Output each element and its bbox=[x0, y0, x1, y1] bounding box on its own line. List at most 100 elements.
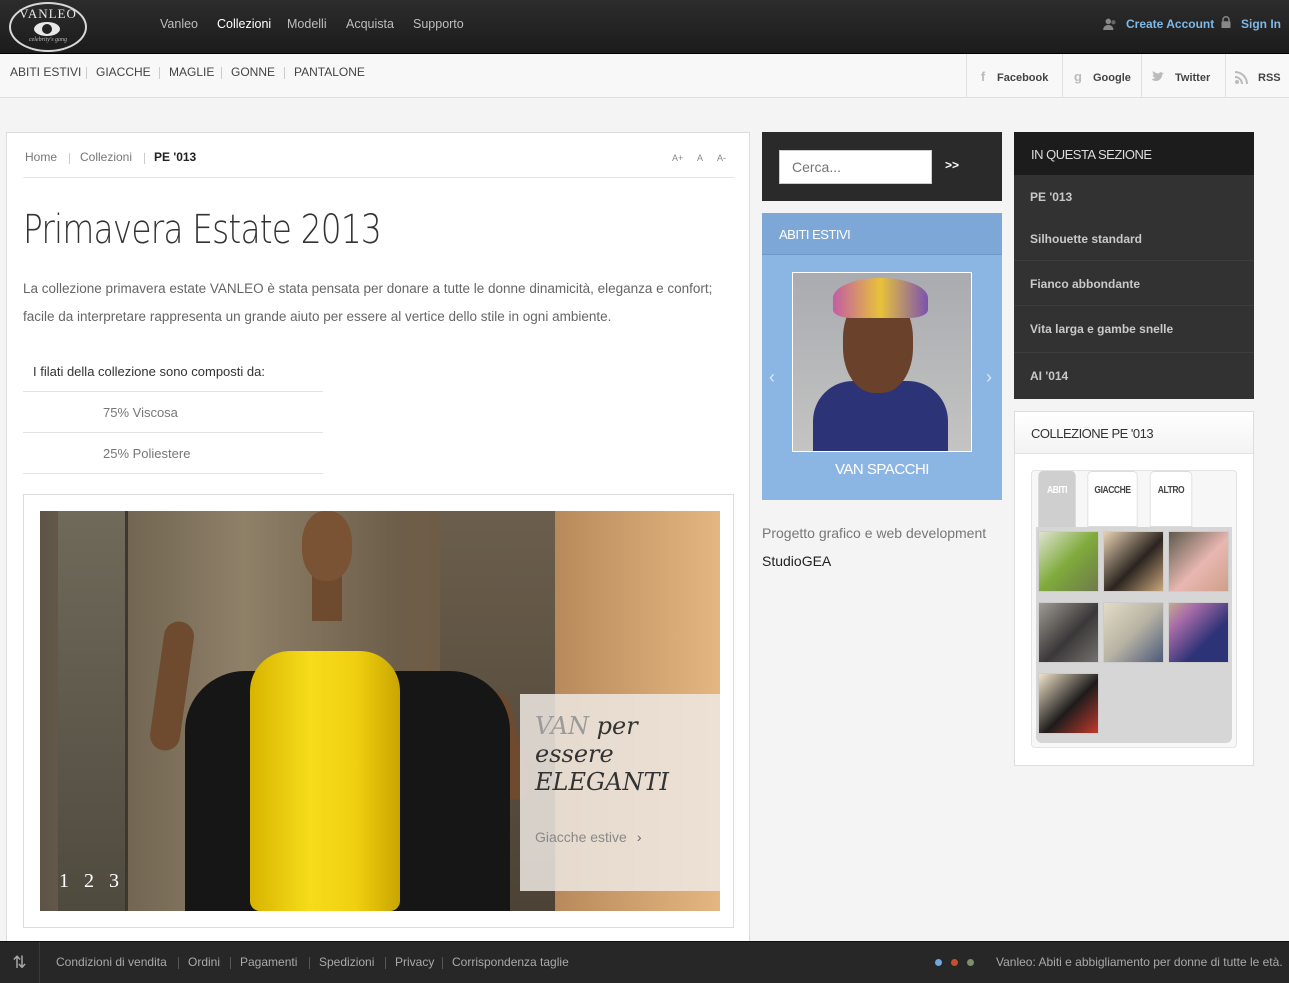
credit-text: Progetto grafico e web development bbox=[762, 525, 987, 541]
footer-link-condizioni[interactable]: Condizioni di vendita bbox=[56, 955, 167, 969]
font-increase-button[interactable]: A+ bbox=[672, 153, 683, 163]
footer-link-pagamenti[interactable]: Pagamenti bbox=[240, 955, 297, 969]
gallery-thumbnail[interactable] bbox=[1168, 531, 1229, 592]
slide-caption: VAN per essere ELEGANTI Giacche estive › bbox=[520, 694, 720, 891]
chevron-left-icon[interactable]: ‹ bbox=[769, 367, 775, 388]
social-label: RSS bbox=[1258, 72, 1281, 84]
slide-photo[interactable]: VAN per essere ELEGANTI Giacche estive › … bbox=[40, 511, 720, 911]
divider bbox=[221, 67, 222, 79]
gallery-box: ABITI GIACCHE ALTRO bbox=[1031, 470, 1237, 748]
category-pantalone[interactable]: PANTALONE bbox=[294, 65, 365, 79]
divider bbox=[230, 957, 231, 969]
divider bbox=[69, 153, 70, 164]
caption-link[interactable]: Giacche estive › bbox=[535, 829, 642, 845]
footer-link-ordini[interactable]: Ordini bbox=[188, 955, 220, 969]
chevron-right-icon: › bbox=[636, 829, 642, 845]
thumbnail-grid bbox=[1036, 527, 1232, 743]
social-twitter[interactable]: Twitter bbox=[1141, 54, 1225, 97]
model-head bbox=[302, 511, 352, 581]
divider bbox=[1014, 305, 1254, 306]
social-rss[interactable]: RSS bbox=[1225, 54, 1289, 97]
nav-vanleo[interactable]: Vanleo bbox=[160, 17, 198, 31]
widget-title: COLLEZIONE PE '013 bbox=[1031, 426, 1154, 441]
footer: ⇅ Condizioni di vendita Ordini Pagamenti… bbox=[0, 941, 1289, 983]
slide-page-2[interactable]: 2 bbox=[84, 870, 94, 893]
tab-altro[interactable]: ALTRO bbox=[1149, 471, 1193, 527]
theme-dot-blue[interactable] bbox=[935, 959, 942, 966]
breadcrumb-home[interactable]: Home bbox=[25, 150, 57, 164]
product-image[interactable] bbox=[792, 272, 972, 452]
theme-dot-green[interactable] bbox=[967, 959, 974, 966]
category-maglie[interactable]: MAGLIE bbox=[169, 65, 214, 79]
chevron-right-icon[interactable]: › bbox=[986, 367, 992, 388]
caption-link-label: Giacche estive bbox=[535, 829, 627, 845]
footer-link-privacy[interactable]: Privacy bbox=[395, 955, 434, 969]
social-label: Twitter bbox=[1175, 72, 1211, 84]
breadcrumb-collezioni[interactable]: Collezioni bbox=[80, 150, 132, 164]
credit-link[interactable]: StudioGEA bbox=[762, 553, 831, 569]
intro-text: La collezione primavera estate VANLEO è … bbox=[23, 281, 713, 324]
gallery-thumbnail[interactable] bbox=[1103, 602, 1164, 663]
category-giacche[interactable]: GIACCHE bbox=[96, 65, 151, 79]
abiti-widget: ABITI ESTIVI ‹ › VAN SPACCHI bbox=[762, 213, 1002, 500]
widget-header: ABITI ESTIVI bbox=[762, 213, 1002, 255]
lock-icon bbox=[1221, 16, 1231, 28]
font-decrease-button[interactable]: A- bbox=[717, 153, 726, 163]
widget-title: ABITI ESTIVI bbox=[779, 227, 851, 242]
model-scarf bbox=[833, 278, 928, 318]
gallery-thumbnail[interactable] bbox=[1168, 602, 1229, 663]
gallery-thumbnail[interactable] bbox=[1038, 602, 1099, 663]
section-item-fianco[interactable]: Fianco abbondante bbox=[1030, 277, 1140, 291]
widget-header: COLLEZIONE PE '013 bbox=[1015, 412, 1253, 454]
gallery-thumbnail[interactable] bbox=[1103, 531, 1164, 592]
slide-page-1[interactable]: 1 bbox=[59, 870, 69, 893]
footer-link-spedizioni[interactable]: Spedizioni bbox=[319, 955, 374, 969]
tab-giacche[interactable]: GIACCHE bbox=[1087, 471, 1138, 527]
slide-page-3[interactable]: 3 bbox=[109, 870, 119, 893]
search-input[interactable] bbox=[779, 150, 932, 184]
gallery-thumbnail[interactable] bbox=[1038, 531, 1099, 592]
tab-abiti[interactable]: ABITI bbox=[1038, 471, 1076, 527]
table-row: 25% Poliestere bbox=[23, 433, 323, 474]
model-dress bbox=[250, 651, 400, 911]
nav-modelli[interactable]: Modelli bbox=[287, 17, 327, 31]
page-title: Primavera Estate 2013 bbox=[23, 207, 382, 253]
widget-header: IN QUESTA SEZIONE bbox=[1014, 132, 1254, 175]
divider bbox=[159, 67, 160, 79]
search-button[interactable]: >> bbox=[945, 158, 959, 172]
category-abiti-estivi[interactable]: ABITI ESTIVI bbox=[10, 65, 81, 79]
gallery-thumbnail[interactable] bbox=[1038, 673, 1099, 734]
divider bbox=[284, 67, 285, 79]
table-header: I filati della collezione sono composti … bbox=[33, 364, 265, 379]
section-item-pe013[interactable]: PE '013 bbox=[1030, 190, 1072, 204]
font-reset-button[interactable]: A bbox=[697, 153, 703, 163]
social-google[interactable]: g Google bbox=[1062, 54, 1141, 97]
theme-dot-red[interactable] bbox=[951, 959, 958, 966]
collection-widget: COLLEZIONE PE '013 ABITI GIACCHE ALTRO bbox=[1014, 411, 1254, 766]
product-caption[interactable]: VAN SPACCHI bbox=[762, 461, 1002, 478]
create-account-link[interactable]: Create Account bbox=[1126, 17, 1214, 31]
image-slider: VAN per essere ELEGANTI Giacche estive › … bbox=[23, 494, 734, 928]
divider bbox=[23, 177, 734, 178]
nav-collezioni[interactable]: Collezioni bbox=[217, 17, 271, 31]
table-row: 75% Viscosa bbox=[23, 392, 323, 433]
logo-text: VANLEO bbox=[19, 6, 77, 21]
divider bbox=[309, 957, 310, 969]
section-item-silhouette[interactable]: Silhouette standard bbox=[1030, 232, 1142, 246]
section-item-vita[interactable]: Vita larga e gambe snelle bbox=[1030, 322, 1173, 336]
footer-link-taglie[interactable]: Corrispondenza taglie bbox=[452, 955, 569, 969]
vanleo-logo[interactable]: VANLEO celebrity's gang bbox=[9, 2, 87, 52]
caption-van: VAN bbox=[535, 712, 590, 740]
footer-tagline: Vanleo: Abiti e abbigliamento per donne … bbox=[996, 955, 1283, 969]
divider bbox=[86, 67, 87, 79]
social-facebook[interactable]: f Facebook bbox=[966, 54, 1062, 97]
section-item-ai014[interactable]: AI '014 bbox=[1030, 369, 1068, 383]
category-gonne[interactable]: GONNE bbox=[231, 65, 275, 79]
sign-in-link[interactable]: Sign In bbox=[1241, 17, 1281, 31]
fabric-table-header: I filati della collezione sono composti … bbox=[23, 351, 323, 392]
nav-acquista[interactable]: Acquista bbox=[346, 17, 394, 31]
table-cell: 25% Poliestere bbox=[103, 446, 191, 461]
scroll-toggle-icon[interactable]: ⇅ bbox=[0, 942, 40, 983]
divider bbox=[1014, 352, 1254, 353]
nav-supporto[interactable]: Supporto bbox=[413, 17, 464, 31]
